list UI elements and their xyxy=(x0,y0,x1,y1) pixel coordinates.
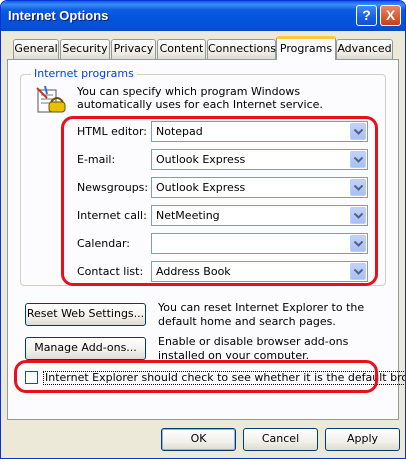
tab-connections[interactable]: Connections xyxy=(207,39,276,59)
calendar-select[interactable] xyxy=(151,233,368,254)
contact-list-select[interactable]: Address Book xyxy=(151,261,368,282)
addons-description: Enable or disable browser add-ons instal… xyxy=(158,335,349,359)
contact-list-label: Contact list: xyxy=(77,265,144,278)
email-label: E-mail: xyxy=(77,153,116,166)
title-bar[interactable]: Internet Options ? X xyxy=(1,1,405,31)
internet-call-value: NetMeeting xyxy=(156,209,220,222)
cancel-button[interactable]: Cancel xyxy=(243,428,318,451)
group-label: Internet programs xyxy=(31,67,137,80)
html-editor-select[interactable]: Notepad xyxy=(151,121,368,142)
newsgroups-value: Outlook Express xyxy=(156,181,246,194)
tab-programs[interactable]: Programs xyxy=(276,36,336,60)
internet-options-dialog: Internet Options ? X General Security Pr… xyxy=(0,0,406,459)
internet-call-label: Internet call: xyxy=(77,209,147,222)
html-editor-label: HTML editor: xyxy=(77,125,147,138)
tab-privacy[interactable]: Privacy xyxy=(111,39,156,59)
reset-web-settings-button[interactable]: Reset Web Settings... xyxy=(25,303,146,326)
contact-list-value: Address Book xyxy=(156,265,231,278)
email-value: Outlook Express xyxy=(156,153,246,166)
programs-icon xyxy=(35,84,69,121)
html-editor-value: Notepad xyxy=(156,125,203,138)
calendar-label: Calendar: xyxy=(77,237,130,250)
ok-button[interactable]: OK xyxy=(161,428,236,451)
window-title: Internet Options xyxy=(8,8,109,23)
close-icon: X xyxy=(385,7,396,23)
apply-button[interactable]: Apply xyxy=(325,428,400,451)
tab-general[interactable]: General xyxy=(13,39,59,59)
newsgroups-label: Newsgroups: xyxy=(77,181,149,194)
default-browser-checkbox[interactable] xyxy=(25,371,38,384)
chevron-down-icon[interactable] xyxy=(350,263,366,280)
default-browser-label[interactable]: Internet Explorer should check to see wh… xyxy=(43,371,405,385)
internet-call-select[interactable]: NetMeeting xyxy=(151,205,368,226)
manage-addons-button[interactable]: Manage Add-ons... xyxy=(25,337,146,360)
tab-security[interactable]: Security xyxy=(60,39,110,59)
tab-content[interactable]: Content xyxy=(157,39,206,59)
help-icon: ? xyxy=(362,7,371,23)
close-button[interactable]: X xyxy=(380,5,401,26)
chevron-down-icon[interactable] xyxy=(350,151,366,168)
email-select[interactable]: Outlook Express xyxy=(151,149,368,170)
chevron-down-icon[interactable] xyxy=(350,179,366,196)
tab-advanced[interactable]: Advanced xyxy=(336,39,393,59)
chevron-down-icon[interactable] xyxy=(350,235,366,252)
help-button[interactable]: ? xyxy=(356,5,377,26)
chevron-down-icon[interactable] xyxy=(350,207,366,224)
chevron-down-icon[interactable] xyxy=(350,123,366,140)
programs-description: You can specify which program Windows au… xyxy=(77,85,323,111)
newsgroups-select[interactable]: Outlook Express xyxy=(151,177,368,198)
reset-description: You can reset Internet Explorer to the d… xyxy=(158,301,365,328)
